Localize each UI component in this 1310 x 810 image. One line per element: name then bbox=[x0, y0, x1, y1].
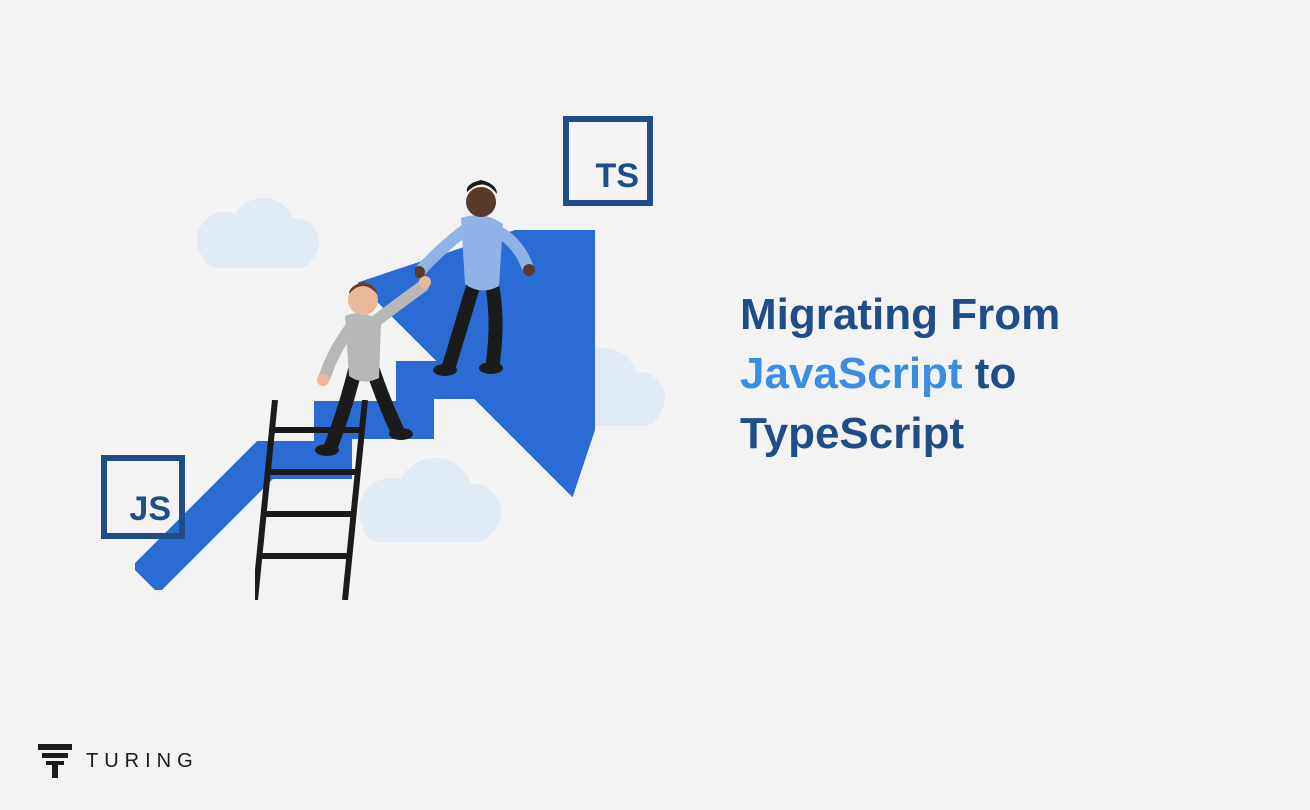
ts-badge-label: TS bbox=[596, 157, 639, 196]
ts-badge: TS bbox=[563, 116, 653, 206]
headline-accent: JavaScript bbox=[740, 349, 963, 398]
turing-logo: TURING bbox=[38, 744, 199, 778]
page-title: Migrating From JavaScript to TypeScript bbox=[740, 285, 1210, 463]
js-badge-label: JS bbox=[129, 490, 171, 529]
js-badge: JS bbox=[101, 455, 185, 539]
helper-person-icon bbox=[415, 170, 545, 380]
migration-illustration: JS TS bbox=[95, 110, 655, 610]
turing-mark-icon bbox=[38, 744, 72, 778]
turing-wordmark: TURING bbox=[86, 750, 199, 773]
headline-pre: Migrating From bbox=[740, 290, 1060, 339]
